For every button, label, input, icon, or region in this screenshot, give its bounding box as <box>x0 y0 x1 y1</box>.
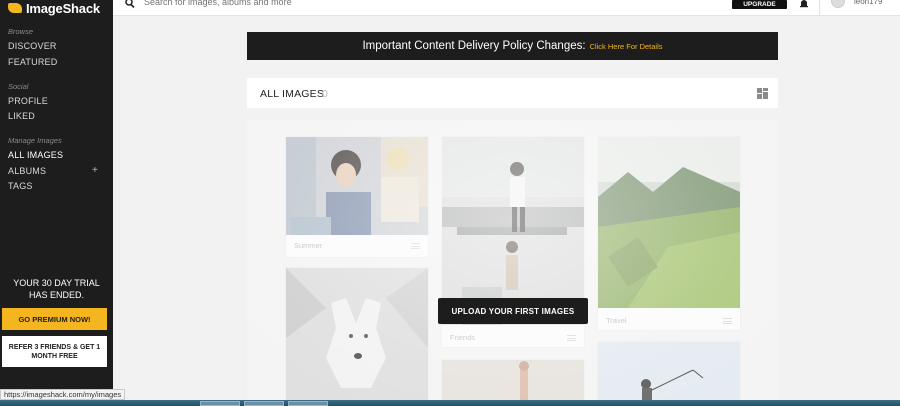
sample-album-card-summer: Summer <box>286 137 428 257</box>
avatar[interactable] <box>831 0 845 8</box>
taskbar-button[interactable] <box>288 401 328 406</box>
nav-section-social: Social <box>8 82 29 91</box>
page-title: ALL IMAGES <box>260 88 325 100</box>
imageshack-logo-icon <box>8 3 22 13</box>
card-caption: Summer <box>294 241 323 250</box>
trial-line-1: YOUR 30 DAY TRIAL <box>13 278 100 288</box>
policy-banner: Important Content Delivery Policy Change… <box>247 32 778 60</box>
add-album-icon[interactable]: + <box>92 165 98 176</box>
divider <box>819 0 820 15</box>
sidebar-item-profile[interactable]: PROFILE <box>8 96 48 106</box>
search-icon[interactable] <box>125 0 135 8</box>
dog-photo <box>286 268 428 406</box>
logo-text: ImageShack <box>26 0 100 16</box>
sample-card-dog <box>286 268 428 406</box>
image-count: 0 <box>322 88 328 100</box>
trial-notice: YOUR 30 DAY TRIAL HAS ENDED. <box>0 277 113 301</box>
menu-icon[interactable] <box>411 243 420 249</box>
taskbar-button[interactable] <box>244 401 284 406</box>
images-header: ALL IMAGES 0 <box>247 78 778 108</box>
upload-first-images-button[interactable]: UPLOAD YOUR FIRST IMAGES <box>438 298 588 324</box>
upgrade-button[interactable]: UPGRADE <box>732 0 787 9</box>
go-premium-button[interactable]: GO PREMIUM NOW! <box>2 308 107 330</box>
nav-section-browse: Browse <box>8 27 34 36</box>
summer-photo <box>286 137 428 235</box>
taskbar-button[interactable] <box>200 401 240 406</box>
sidebar-item-featured[interactable]: FEATURED <box>8 57 57 67</box>
grid-view-icon[interactable] <box>757 88 768 99</box>
refer-friends-button[interactable]: REFER 3 FRIENDS & GET 1 MONTH FREE <box>2 336 107 367</box>
kitesurf-photo <box>598 342 740 406</box>
card-caption: Friends <box>450 333 476 342</box>
nav-section-manage-images: Manage Images <box>8 136 62 145</box>
sidebar-item-albums[interactable]: ALBUMS <box>8 166 46 176</box>
sidebar-item-all-images[interactable]: ALL IMAGES <box>8 150 63 160</box>
sample-album-card-travel: Travel <box>598 137 740 330</box>
banner-title: Important Content Delivery Policy Change… <box>362 40 586 52</box>
top-bar: UPGRADE leon179 <box>113 0 900 16</box>
banner-details-link[interactable]: Click Here For Details <box>590 42 663 51</box>
sidebar: ImageShack Browse DISCOVER FEATURED Soci… <box>0 0 113 406</box>
trial-line-2: HAS ENDED. <box>28 290 84 300</box>
username[interactable]: leon179 <box>854 0 882 6</box>
travel-photo <box>598 137 740 308</box>
search-input[interactable] <box>144 0 444 7</box>
menu-icon[interactable] <box>567 335 576 341</box>
sidebar-item-liked[interactable]: LIKED <box>8 111 35 121</box>
sample-card-kitesurf <box>598 342 740 406</box>
windows-taskbar <box>0 400 900 406</box>
status-bar-url: https://imageshack.com/my/images <box>0 389 126 400</box>
bell-icon[interactable] <box>799 0 809 8</box>
card-caption: Travel <box>606 316 627 325</box>
menu-icon[interactable] <box>723 318 732 324</box>
friends-photo <box>442 137 584 325</box>
logo[interactable]: ImageShack <box>8 0 100 16</box>
sidebar-item-tags[interactable]: TAGS <box>8 181 33 191</box>
sidebar-item-discover[interactable]: DISCOVER <box>8 41 57 51</box>
